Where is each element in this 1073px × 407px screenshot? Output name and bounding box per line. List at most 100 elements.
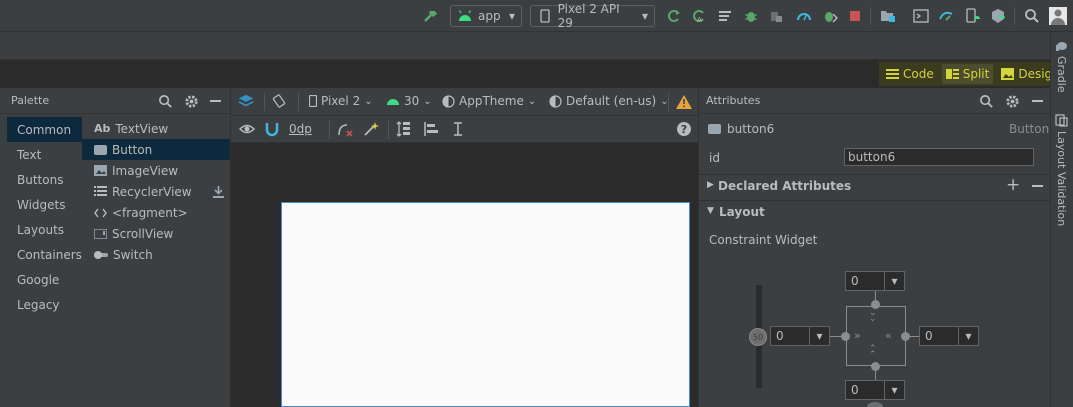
palette-item-scrollview[interactable]: ScrollView	[82, 223, 230, 244]
constraint-line	[875, 366, 876, 380]
terminal-icon[interactable]	[913, 8, 929, 24]
api-level-select[interactable]: 30 ⌄	[386, 94, 432, 108]
vertical-bias-handle[interactable]: 50	[749, 328, 767, 346]
margin-top-field[interactable]: 0 ▾	[845, 271, 905, 291]
debug-icon[interactable]	[743, 8, 759, 24]
apply-code-changes-icon[interactable]: A	[691, 8, 707, 24]
pack-icon[interactable]	[396, 121, 412, 137]
category-label: Text	[17, 147, 42, 162]
device-preview-label: Pixel 2	[321, 94, 361, 108]
palette-category-google[interactable]: Google	[0, 267, 82, 292]
palette-category-layouts[interactable]: Layouts	[0, 217, 82, 242]
palette-categories: Common Text Buttons Widgets Layouts Cont…	[0, 114, 82, 407]
chevron-down-icon: ▾	[809, 327, 829, 345]
palette-item-recyclerview[interactable]: RecyclerView	[82, 181, 230, 202]
layout-validation-icon	[1055, 114, 1073, 127]
run-config-select[interactable]: app ▾	[450, 5, 522, 27]
chevrons-down-icon: ⌄ ⌄	[869, 308, 877, 324]
locale-select[interactable]: Default (en-us) ⌄	[549, 94, 669, 108]
download-icon[interactable]	[213, 185, 224, 198]
palette-category-containers[interactable]: Containers	[0, 242, 82, 267]
chevron-down-icon: ⌄	[423, 95, 432, 107]
clear-constraints-icon[interactable]	[337, 121, 353, 137]
image-icon	[94, 165, 107, 176]
palette-category-buttons[interactable]: Buttons	[0, 167, 82, 192]
palette-category-legacy[interactable]: Legacy	[0, 292, 82, 317]
palette-item-switch[interactable]: Switch	[82, 244, 230, 265]
margin-right-field[interactable]: 0 ▾	[919, 326, 979, 346]
palette-widget-list: Ab TextView Button ImageView RecyclerVie…	[82, 114, 230, 407]
layout-validation-tab-label: Layout Validation	[1055, 131, 1068, 227]
minimize-icon[interactable]	[210, 100, 221, 102]
margin-top-value: 0	[851, 274, 859, 288]
device-preview-select[interactable]: Pixel 2 ⌄	[309, 94, 373, 108]
apply-changes-restart-icon[interactable]	[666, 8, 682, 24]
sync-gradle-icon[interactable]	[938, 8, 954, 24]
palette-item-label: ScrollView	[112, 226, 174, 241]
split-mode-label: Split	[962, 67, 990, 81]
chevrons-left-icon: «	[885, 329, 892, 342]
gear-icon[interactable]	[183, 93, 199, 109]
code-mode-button[interactable]: Code	[882, 64, 938, 84]
align-icon[interactable]	[423, 121, 439, 137]
palette-item-button[interactable]: Button	[82, 139, 230, 160]
switch-icon	[94, 250, 108, 259]
palette-title: Palette	[11, 94, 50, 107]
constraint-anchor-left[interactable]	[841, 332, 850, 341]
palette-item-imageview[interactable]: ImageView	[82, 160, 230, 181]
search-icon[interactable]	[157, 93, 173, 109]
avatar[interactable]	[1049, 7, 1067, 25]
toolbar-divider	[1014, 7, 1015, 25]
attributes-panel: Attributes button6 Button id button6 ▶ D…	[698, 88, 1051, 407]
theme-select[interactable]: AppTheme ⌄	[442, 94, 536, 108]
attach-process-icon[interactable]	[822, 8, 838, 24]
device-select[interactable]: Pixel 2 API 29 ▾	[530, 2, 655, 30]
constraint-anchor-right[interactable]	[901, 332, 910, 341]
default-margin-value[interactable]: 0dp	[289, 122, 312, 136]
magnet-icon[interactable]	[264, 121, 280, 137]
gear-icon[interactable]	[1004, 93, 1020, 109]
stop-icon[interactable]	[847, 8, 863, 24]
warning-icon[interactable]	[676, 94, 692, 110]
orientation-icon[interactable]	[271, 93, 287, 109]
infer-constraints-icon[interactable]	[363, 121, 379, 137]
palette-header: Palette	[0, 88, 230, 114]
logcat-icon[interactable]	[717, 8, 733, 24]
declared-attributes-section[interactable]: ▶ Declared Attributes +	[699, 174, 1051, 198]
layout-section[interactable]: ▼ Layout	[699, 200, 1051, 224]
horizontal-bias-handle[interactable]	[867, 402, 883, 407]
search-icon[interactable]	[1024, 8, 1040, 24]
id-field[interactable]: button6	[844, 148, 1034, 166]
eye-icon[interactable]	[239, 121, 255, 137]
palette-item-fragment[interactable]: <fragment>	[82, 202, 230, 223]
search-icon[interactable]	[978, 93, 994, 109]
add-attribute-icon[interactable]: +	[1006, 175, 1020, 195]
palette-category-common[interactable]: Common	[7, 117, 82, 142]
constraint-widget: 50 0 ▾ ⌄ ⌄ 0 ▾ » 0 ▾ « ⌃ ⌃ 0 ▾	[699, 258, 1051, 407]
device-screen-preview[interactable]	[281, 202, 690, 407]
margin-left-field[interactable]: 0 ▾	[770, 326, 830, 346]
attach-debugger-icon[interactable]	[768, 8, 784, 24]
layers-icon[interactable]	[238, 93, 254, 109]
margin-bottom-field[interactable]: 0 ▾	[845, 380, 905, 400]
project-structure-icon[interactable]	[880, 8, 896, 24]
svg-text:A: A	[697, 16, 702, 24]
palette-category-text[interactable]: Text	[0, 142, 82, 167]
profiler-icon[interactable]	[796, 8, 812, 24]
palette-category-widgets[interactable]: Widgets	[0, 192, 82, 217]
textview-icon: Ab	[94, 122, 111, 135]
remove-attribute-icon[interactable]	[1032, 185, 1043, 187]
expand-arrow-icon: ▶	[707, 180, 714, 190]
sdk-manager-icon[interactable]	[990, 8, 1006, 24]
layout-validation-tab[interactable]: Layout Validation	[1055, 114, 1073, 229]
guidelines-icon[interactable]	[450, 121, 466, 137]
palette-item-textview[interactable]: Ab TextView	[82, 118, 230, 139]
palette-item-label: Switch	[113, 247, 153, 262]
help-icon[interactable]: ?	[677, 122, 691, 136]
gradle-tab[interactable]: Gradle	[1055, 40, 1068, 96]
hammer-icon[interactable]	[423, 8, 439, 24]
avd-manager-icon[interactable]	[964, 8, 980, 24]
split-mode-button[interactable]: Split	[941, 64, 994, 84]
chevron-down-icon: ▾	[884, 381, 904, 399]
minimize-icon[interactable]	[1032, 100, 1043, 102]
